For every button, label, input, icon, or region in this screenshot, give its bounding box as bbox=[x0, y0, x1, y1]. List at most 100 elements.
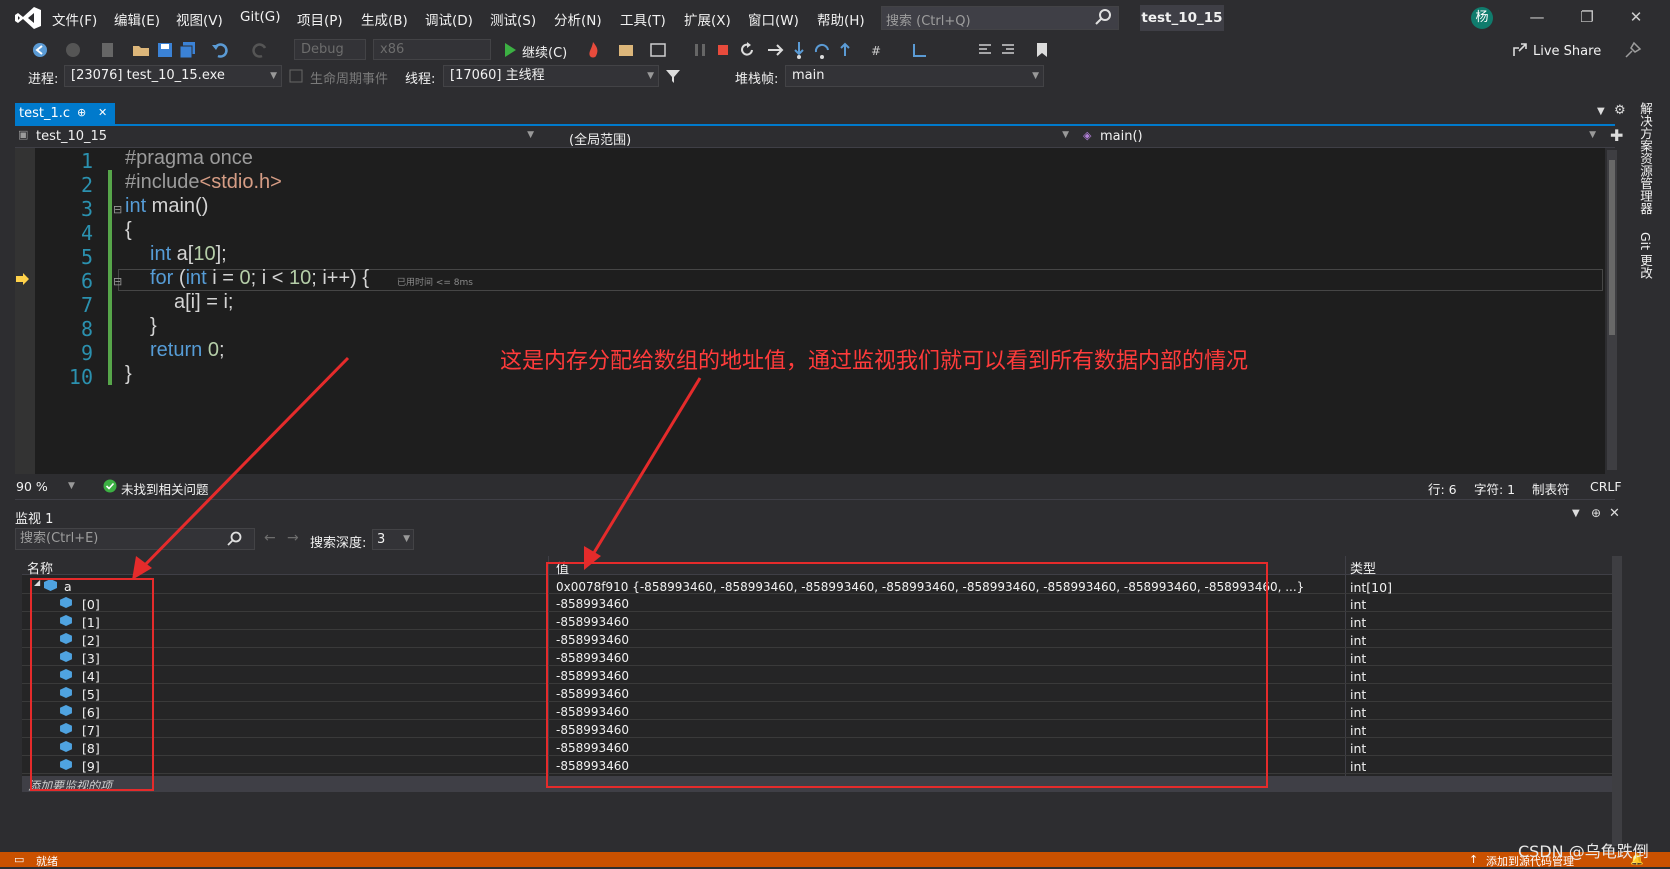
search-icon[interactable] bbox=[226, 531, 242, 547]
menu-tools[interactable]: 工具(T) bbox=[620, 9, 666, 29]
member-nav-value: main() bbox=[1100, 129, 1143, 144]
code-line-2: #include<stdio.h> bbox=[125, 171, 282, 193]
thread-icon[interactable] bbox=[910, 40, 930, 60]
solution-explorer-tab[interactable]: 解决方案资源管理器 bbox=[1636, 102, 1655, 215]
save-all-icon[interactable] bbox=[178, 40, 198, 60]
zoom-select[interactable]: 90 % bbox=[16, 479, 48, 494]
menu-git[interactable]: Git(G) bbox=[240, 9, 281, 25]
bookmark-icon[interactable] bbox=[1032, 40, 1052, 60]
visual-studio-logo-icon[interactable] bbox=[14, 6, 42, 30]
break-all-icon[interactable] bbox=[690, 40, 710, 60]
stop-debugging-icon[interactable] bbox=[713, 40, 733, 60]
show-next-statement-icon[interactable] bbox=[766, 40, 786, 60]
column-header-name[interactable]: 名称 bbox=[27, 558, 53, 577]
pin-tab-icon[interactable]: ⊕ bbox=[77, 106, 86, 119]
feedback-icon[interactable] bbox=[1623, 40, 1643, 60]
live-share-button[interactable]: Live Share bbox=[1533, 44, 1601, 59]
solution-config-select[interactable]: Debug bbox=[294, 39, 366, 60]
search-depth-select[interactable]: 3 ▼ bbox=[372, 529, 414, 550]
uncomment-icon[interactable] bbox=[998, 40, 1018, 60]
watch-scrollbar[interactable] bbox=[1612, 556, 1622, 846]
menu-file[interactable]: 文件(F) bbox=[52, 9, 97, 29]
editor-scrollbar-thumb[interactable] bbox=[1609, 160, 1615, 335]
continue-button[interactable]: 继续(C) bbox=[522, 42, 567, 61]
line-number: 6 bbox=[80, 269, 93, 293]
git-changes-tab[interactable]: Git 更改 bbox=[1636, 232, 1655, 279]
screenshot-icon[interactable] bbox=[648, 40, 668, 60]
solution-platform-select[interactable]: x86 bbox=[373, 39, 491, 60]
member-nav-select[interactable]: ◈ main() ▼ bbox=[1080, 127, 1600, 146]
upload-icon: ↑ bbox=[1469, 853, 1479, 866]
navigate-back-icon[interactable] bbox=[30, 40, 50, 60]
char-indicator[interactable]: 字符: 1 bbox=[1474, 479, 1515, 498]
code-line-5: int a[10]; bbox=[150, 243, 227, 265]
filter-icon[interactable] bbox=[665, 68, 681, 84]
eol-indicator[interactable]: CRLF bbox=[1590, 479, 1622, 494]
code-editor[interactable] bbox=[15, 148, 1605, 474]
minimize-icon[interactable]: — bbox=[1526, 8, 1548, 28]
lifecycle-events-icon[interactable] bbox=[288, 68, 304, 84]
watch-type: int bbox=[1350, 759, 1367, 774]
zoom-dropdown-icon[interactable]: ▼ bbox=[68, 481, 75, 491]
collapse-main-icon[interactable]: ⊟ bbox=[113, 203, 122, 216]
save-icon[interactable] bbox=[155, 40, 175, 60]
navigate-forward-icon[interactable] bbox=[63, 40, 83, 60]
split-editor-icon[interactable]: ✚ bbox=[1610, 126, 1623, 145]
watch-options-icon[interactable]: ▼ bbox=[1572, 508, 1580, 519]
menu-edit[interactable]: 编辑(E) bbox=[114, 9, 160, 29]
search-icon[interactable] bbox=[1094, 8, 1112, 26]
current-statement-arrow-icon bbox=[16, 273, 29, 285]
watch-search-input[interactable]: 搜索(Ctrl+E) bbox=[15, 528, 255, 550]
menu-build[interactable]: 生成(B) bbox=[361, 9, 408, 29]
menu-help[interactable]: 帮助(H) bbox=[817, 9, 865, 29]
menu-test[interactable]: 测试(S) bbox=[490, 9, 536, 29]
close-panel-icon[interactable]: ✕ bbox=[1609, 506, 1620, 521]
column-header-type[interactable]: 类型 bbox=[1350, 558, 1376, 577]
comment-out-icon[interactable] bbox=[975, 40, 995, 60]
close-window-icon[interactable]: ✕ bbox=[1625, 8, 1647, 28]
new-project-icon[interactable] bbox=[98, 40, 118, 60]
project-nav-select[interactable]: ▣ test_10_15 ▼ bbox=[18, 127, 538, 146]
step-over-icon[interactable] bbox=[812, 40, 832, 60]
tab-overflow-icon[interactable]: ▼ bbox=[1597, 106, 1605, 117]
scope-nav-select[interactable]: (全局范围) ▼ bbox=[545, 127, 1073, 148]
search-previous-icon[interactable]: ← bbox=[264, 530, 276, 546]
stackframe-select[interactable]: main ▼ bbox=[785, 65, 1044, 87]
avatar[interactable]: 杨 bbox=[1471, 7, 1493, 29]
lifecycle-events-button[interactable]: 生命周期事件 bbox=[310, 68, 388, 87]
line-indicator[interactable]: 行: 6 bbox=[1428, 479, 1457, 498]
project-nav-value: test_10_15 bbox=[36, 129, 108, 144]
hexadecimal-display-icon[interactable]: # bbox=[868, 40, 888, 60]
issues-status[interactable]: 未找到相关问题 bbox=[121, 479, 209, 498]
restart-icon[interactable] bbox=[737, 40, 757, 60]
hot-reload-icon[interactable] bbox=[583, 40, 603, 60]
document-tab-test1c[interactable]: test_1.c ⊕ ✕ bbox=[15, 103, 115, 124]
watch-type: int bbox=[1350, 633, 1367, 648]
editor-settings-icon[interactable]: ⚙ bbox=[1614, 103, 1626, 118]
process-select[interactable]: [23076] test_10_15.exe ▼ bbox=[64, 65, 282, 87]
collapse-for-icon[interactable]: ⊟ bbox=[113, 275, 122, 288]
highlight-box-values bbox=[546, 562, 1268, 788]
step-into-icon[interactable] bbox=[789, 40, 809, 60]
tabs-indicator[interactable]: 制表符 bbox=[1532, 479, 1570, 498]
menu-view[interactable]: 视图(V) bbox=[176, 9, 223, 29]
redo-icon[interactable] bbox=[250, 40, 270, 60]
menu-window[interactable]: 窗口(W) bbox=[748, 9, 799, 29]
undo-icon[interactable] bbox=[210, 40, 230, 60]
menu-extensions[interactable]: 扩展(X) bbox=[684, 9, 731, 29]
live-share-icon[interactable] bbox=[1510, 40, 1530, 60]
open-folder-icon[interactable] bbox=[131, 40, 151, 60]
glyph-margin[interactable] bbox=[15, 148, 35, 474]
restore-icon[interactable]: ❐ bbox=[1576, 8, 1598, 28]
menu-analyze[interactable]: 分析(N) bbox=[554, 9, 602, 29]
thread-select[interactable]: [17060] 主线程 ▼ bbox=[443, 65, 659, 87]
continue-icon[interactable] bbox=[500, 40, 520, 60]
menu-project[interactable]: 项目(P) bbox=[297, 9, 343, 29]
menu-debug[interactable]: 调试(D) bbox=[425, 9, 473, 29]
process-icon[interactable] bbox=[616, 40, 636, 60]
close-tab-icon[interactable]: ✕ bbox=[98, 106, 107, 119]
pin-panel-icon[interactable]: ⊕ bbox=[1591, 506, 1601, 520]
step-out-icon[interactable] bbox=[835, 40, 855, 60]
code-line-8: } bbox=[150, 315, 157, 337]
search-next-icon[interactable]: → bbox=[287, 530, 299, 546]
